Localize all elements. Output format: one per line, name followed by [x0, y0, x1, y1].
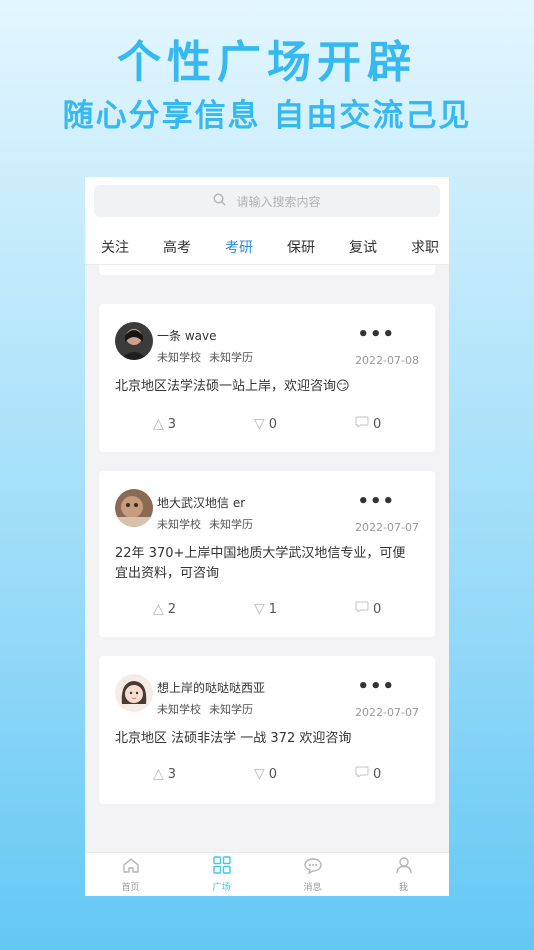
dislike-icon: ▽	[254, 416, 265, 432]
like-button[interactable]: △ 3	[153, 416, 176, 432]
avatar[interactable]	[115, 489, 153, 527]
post-author[interactable]: 地大武汉地信 er	[157, 494, 245, 511]
dislike-icon: ▽	[254, 601, 265, 617]
hero-title: 个性广场开辟	[117, 37, 417, 88]
comment-button[interactable]: 0	[355, 416, 381, 432]
dislike-count: 1	[268, 601, 278, 617]
post-card[interactable]: 一条 wave 未知学校 未知学历 ••• 2022-07-08 北京地区法学法硕…	[99, 304, 435, 452]
top-bar: 请输入搜索内容 关注 高考 考研 保研 复试 求职	[85, 177, 449, 265]
comment-count: 0	[373, 416, 382, 432]
post-text: 22年 370+上岸中国地质大学武汉地信专业，可便宜出资料，可咨询	[115, 546, 406, 581]
tab-qiuzhi[interactable]: 求职	[411, 237, 439, 257]
tab-gaokao[interactable]: 高考	[163, 237, 191, 257]
dislike-button[interactable]: ▽ 0	[254, 766, 277, 782]
post-author-meta: 未知学校 未知学历	[157, 516, 253, 532]
post-text: 北京地区法学法硕一站上岸，欢迎咨询😏	[115, 379, 350, 394]
like-icon: △	[153, 416, 164, 432]
post-date: 2022-07-07	[355, 521, 419, 534]
grid-icon	[212, 856, 231, 878]
nav-home-label: 首页	[121, 882, 140, 893]
category-tabs: 关注 高考 考研 保研 复试 求职	[85, 229, 449, 265]
dislike-button[interactable]: ▽ 0	[254, 416, 277, 432]
post-date: 2022-07-07	[355, 706, 419, 719]
like-icon: △	[153, 601, 164, 617]
nav-me-label: 我	[398, 883, 408, 893]
more-icon[interactable]: •••	[357, 491, 395, 512]
search-input[interactable]: 请输入搜索内容	[94, 185, 440, 217]
author-education: 未知学历	[209, 703, 253, 716]
post-author[interactable]: 一条 wave	[157, 327, 216, 344]
dislike-count: 0	[268, 766, 278, 782]
post-date: 2022-07-08	[355, 354, 419, 367]
home-icon	[122, 857, 140, 878]
post-author[interactable]: 想上岸的哒哒哒西亚	[157, 679, 265, 696]
tab-fushi[interactable]: 复试	[349, 237, 377, 257]
nav-messages[interactable]: 消息	[267, 853, 358, 896]
nav-me[interactable]: 我	[358, 853, 449, 896]
like-count: 3	[167, 416, 177, 432]
post-card[interactable]: 想上岸的哒哒哒西亚 未知学校 未知学历 ••• 2022-07-07 北京地区 法…	[99, 656, 435, 804]
nav-home[interactable]: 首页	[85, 853, 176, 896]
comment-count: 0	[373, 601, 382, 617]
author-school: 未知学校	[157, 703, 201, 716]
dislike-count: 0	[268, 416, 278, 432]
author-school: 未知学校	[157, 351, 201, 364]
partial-card	[99, 265, 435, 275]
post-card[interactable]: 地大武汉地信 er 未知学校 未知学历 ••• 2022-07-07 22年 37…	[99, 471, 435, 637]
user-icon	[395, 856, 413, 878]
comment-button[interactable]: 0	[355, 601, 381, 617]
dislike-icon: ▽	[254, 766, 265, 782]
post-text: 北京地区 法硕非法学 一战 372 欢迎咨询	[115, 731, 352, 746]
search-icon	[213, 193, 226, 209]
avatar[interactable]	[115, 674, 153, 712]
nav-square[interactable]: 广场	[176, 853, 267, 896]
phone-screen: 请输入搜索内容 关注 高考 考研 保研 复试 求职 一条 wave 未知学校 未知…	[85, 177, 449, 896]
tab-baoyan[interactable]: 保研	[287, 237, 315, 257]
post-author-meta: 未知学校 未知学历	[157, 349, 253, 365]
author-education: 未知学历	[209, 351, 253, 364]
tab-kaoyan[interactable]: 考研	[225, 237, 253, 257]
comment-button[interactable]: 0	[355, 766, 381, 782]
more-icon[interactable]: •••	[357, 324, 395, 345]
comment-icon	[355, 766, 369, 782]
search-placeholder: 请输入搜索内容	[236, 194, 321, 209]
hero-subtitle: 随心分享信息 自由交流己见	[62, 98, 472, 134]
comment-count: 0	[373, 766, 382, 782]
avatar[interactable]	[115, 322, 153, 360]
like-count: 3	[167, 766, 177, 782]
nav-square-label: 广场	[212, 883, 231, 893]
comment-icon	[355, 601, 369, 617]
like-button[interactable]: △ 3	[153, 766, 176, 782]
like-count: 2	[167, 601, 177, 617]
message-icon	[303, 857, 322, 878]
comment-icon	[355, 416, 369, 432]
tab-follow[interactable]: 关注	[101, 237, 129, 257]
author-education: 未知学历	[209, 518, 253, 531]
nav-messages-label: 消息	[303, 882, 322, 893]
bottom-nav: 首页 广场 消息 我	[85, 852, 449, 896]
post-author-meta: 未知学校 未知学历	[157, 701, 253, 717]
author-school: 未知学校	[157, 518, 201, 531]
dislike-button[interactable]: ▽ 1	[254, 601, 277, 617]
post-feed: 一条 wave 未知学校 未知学历 ••• 2022-07-08 北京地区法学法硕…	[85, 265, 449, 852]
like-button[interactable]: △ 2	[153, 601, 176, 617]
more-icon[interactable]: •••	[357, 676, 395, 697]
like-icon: △	[153, 766, 164, 782]
